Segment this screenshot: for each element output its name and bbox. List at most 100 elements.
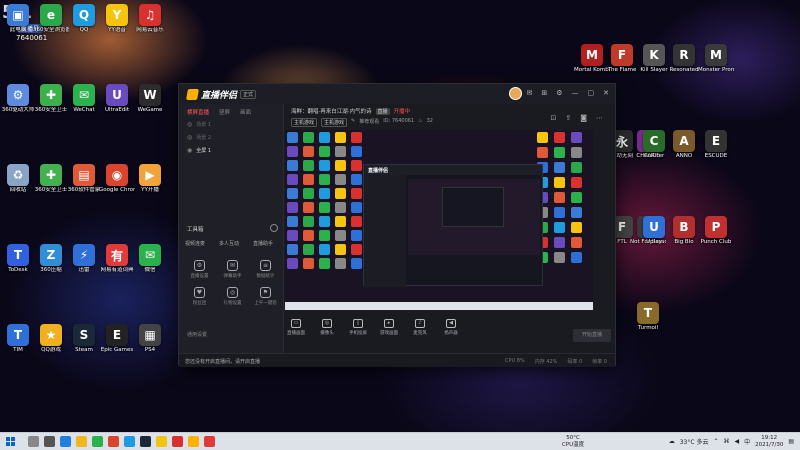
tool-button[interactable]: ⚑ 上午一键巡 (249, 287, 282, 306)
desktop-icon[interactable]: E Epic Games (99, 324, 135, 354)
desktop-icon[interactable]: ▤ 360软件管家 (66, 164, 102, 194)
tool-tab[interactable]: 视频连麦 (185, 240, 205, 247)
desktop-icon[interactable]: Q QQ (66, 4, 102, 34)
edit-icon[interactable]: ✎ (351, 118, 355, 127)
preview-mini-icon (335, 160, 346, 171)
eye-icon[interactable]: ◎ (187, 121, 192, 128)
live-companion-icon[interactable] (188, 436, 199, 447)
desktop-icon[interactable]: 有网易有道词典 (99, 244, 135, 274)
desktop-icon[interactable]: B Big Blo (666, 216, 702, 246)
start-live-button[interactable]: 开始直播 (573, 329, 611, 342)
clock[interactable]: 19:12 2021/7/30 (755, 435, 783, 448)
speaker-button[interactable]: ◀ 扬声器 (440, 319, 462, 336)
stream-preview[interactable]: 直播伴侣 (285, 130, 593, 310)
yy-icon[interactable] (156, 436, 167, 447)
maximize-button[interactable]: ▢ (588, 89, 595, 97)
dictionary-icon[interactable] (204, 436, 215, 447)
message-icon[interactable]: ✉ (526, 89, 532, 97)
desktop-icon[interactable]: S Steam (66, 324, 102, 354)
tab-landscape[interactable]: 横屏直播 (187, 108, 209, 116)
start-menu-icon[interactable] (6, 437, 15, 446)
notification-icon[interactable]: ▤ (788, 438, 794, 445)
tab-portrait[interactable]: 竖屏 (219, 108, 230, 116)
desktop-icon[interactable]: P Punch Club (698, 216, 734, 246)
desktop-icon[interactable]: U UltraEdit (99, 84, 135, 114)
desktop-icon[interactable]: ◉Google Chrome (99, 164, 135, 194)
desktop-icon[interactable]: ⚙ 360驱动大师 (0, 84, 36, 114)
preview-mini-icon (303, 216, 314, 227)
desktop-icon-label: 网易有道词典 (100, 267, 134, 273)
scene-item[interactable]: ◎ 场景 1 (179, 118, 283, 131)
desktop-icon[interactable]: e 360安全浏览器 (33, 4, 69, 34)
chrome-icon[interactable] (108, 436, 119, 447)
search-icon[interactable] (28, 436, 39, 447)
weather-icon[interactable]: ☁ (669, 438, 675, 445)
desktop-icon[interactable]: R Resonated (666, 44, 702, 74)
desktop-icon[interactable]: E ESCUDE (698, 130, 734, 160)
explorer-icon[interactable] (76, 436, 87, 447)
scene-item[interactable]: ◉ 全屏 1 (179, 144, 283, 157)
desktop-icon[interactable]: T Turmoil (630, 302, 666, 332)
close-button[interactable]: ✕ (603, 89, 609, 97)
desktop-icon[interactable]: ✉ 微信 (132, 244, 168, 274)
settings-icon[interactable]: ⚙ (556, 89, 562, 97)
music-icon[interactable] (172, 436, 183, 447)
eye-icon[interactable]: ◉ (187, 147, 192, 154)
desktop-icon[interactable]: ✉ WeChat (66, 84, 102, 114)
desktop-icon[interactable]: ▣ 此电脑 (0, 4, 36, 34)
gift-icon[interactable]: ⊞ (541, 89, 547, 97)
phone-cast-button[interactable]: ▯ 手机投屏 (347, 319, 369, 336)
desktop-icon[interactable]: Y YY语音 (99, 4, 135, 34)
tool-tab[interactable]: 多人互动 (219, 240, 239, 247)
desktop-icon[interactable]: Z 360压缩 (33, 244, 69, 274)
share-icon[interactable]: ⇪ (565, 114, 571, 122)
desktop-icon[interactable]: M Monster Prom (698, 44, 734, 74)
user-avatar[interactable] (509, 87, 522, 100)
network-icon[interactable]: ⌘ (723, 438, 729, 445)
tab-canvas[interactable]: 画面 (240, 108, 251, 116)
edge-icon[interactable] (60, 436, 71, 447)
steam-icon[interactable] (140, 436, 151, 447)
add-screen-button[interactable]: ▭ 直播画面 (285, 319, 307, 336)
weather-text[interactable]: 33°C 多云 (680, 437, 709, 446)
tool-button[interactable]: ◎ 礼物设置 (216, 287, 249, 306)
more-icon[interactable]: ⋯ (596, 114, 603, 122)
desktop-icon[interactable]: ⚡ 迅雷 (66, 244, 102, 274)
desktop-icon[interactable]: T TIM (0, 324, 36, 354)
add-camera-button[interactable]: ◎ 摄像头 (316, 319, 338, 336)
cpu-temp-widget[interactable]: 50°C CPU温度 (562, 435, 584, 448)
desktop-icon[interactable]: ✚ 360安全卫士 (33, 164, 69, 194)
camera-icon[interactable]: ◙ (580, 114, 587, 122)
minimize-button[interactable]: — (572, 89, 579, 97)
desktop-icon[interactable]: T ToDesk (0, 244, 36, 274)
desktop-icon[interactable]: ♫ 网易云音乐 (132, 4, 168, 34)
category-pill[interactable]: 主机游戏 (291, 118, 318, 127)
category-pill[interactable]: 主机游戏 (321, 118, 348, 127)
desktop-icon[interactable]: ✚ 360安全卫士 (33, 84, 69, 114)
desktop-icon[interactable]: ♻ 回收站 (0, 164, 36, 194)
desktop-icon[interactable]: ★ QQ游戏 (33, 324, 69, 354)
tool-button[interactable]: ⚙ 直播设置 (183, 260, 216, 279)
volume-icon[interactable]: ◀ (734, 438, 739, 445)
tool-button[interactable]: ✉ 弹幕助手 (216, 260, 249, 279)
chevron-up-icon[interactable]: ⌃ (713, 438, 718, 445)
desktop-icon[interactable]: W WeGame (132, 84, 168, 114)
tool-button[interactable]: ♥ 粉丝团 (183, 287, 216, 306)
task-view-icon[interactable] (44, 436, 55, 447)
tool-button[interactable]: ≡ 数据统计 (249, 260, 282, 279)
scene-item[interactable]: ◎ 场景 2 (179, 131, 283, 144)
wechat-icon[interactable] (92, 436, 103, 447)
toolbox-toggle-icon[interactable] (270, 224, 278, 232)
lock-icon[interactable]: ⊡ (550, 114, 556, 122)
qq-icon[interactable] (124, 436, 135, 447)
game-capture-button[interactable]: ▸ 游戏画面 (378, 319, 400, 336)
desktop-icon[interactable]: F The Flame (604, 44, 640, 74)
language-indicator[interactable]: 中 (744, 437, 750, 446)
tool-tab[interactable]: 直播助手 (253, 240, 273, 247)
eye-icon[interactable]: ◎ (187, 134, 192, 141)
microphone-button[interactable]: ♪ 麦克风 (409, 319, 431, 336)
desktop-icon[interactable]: ▶ YY开播 (132, 164, 168, 194)
desktop-icon[interactable]: A ANNO (666, 130, 702, 160)
general-settings-link[interactable]: 通用设置 (187, 331, 207, 338)
desktop-icon[interactable]: ▦ PS4 (132, 324, 168, 354)
